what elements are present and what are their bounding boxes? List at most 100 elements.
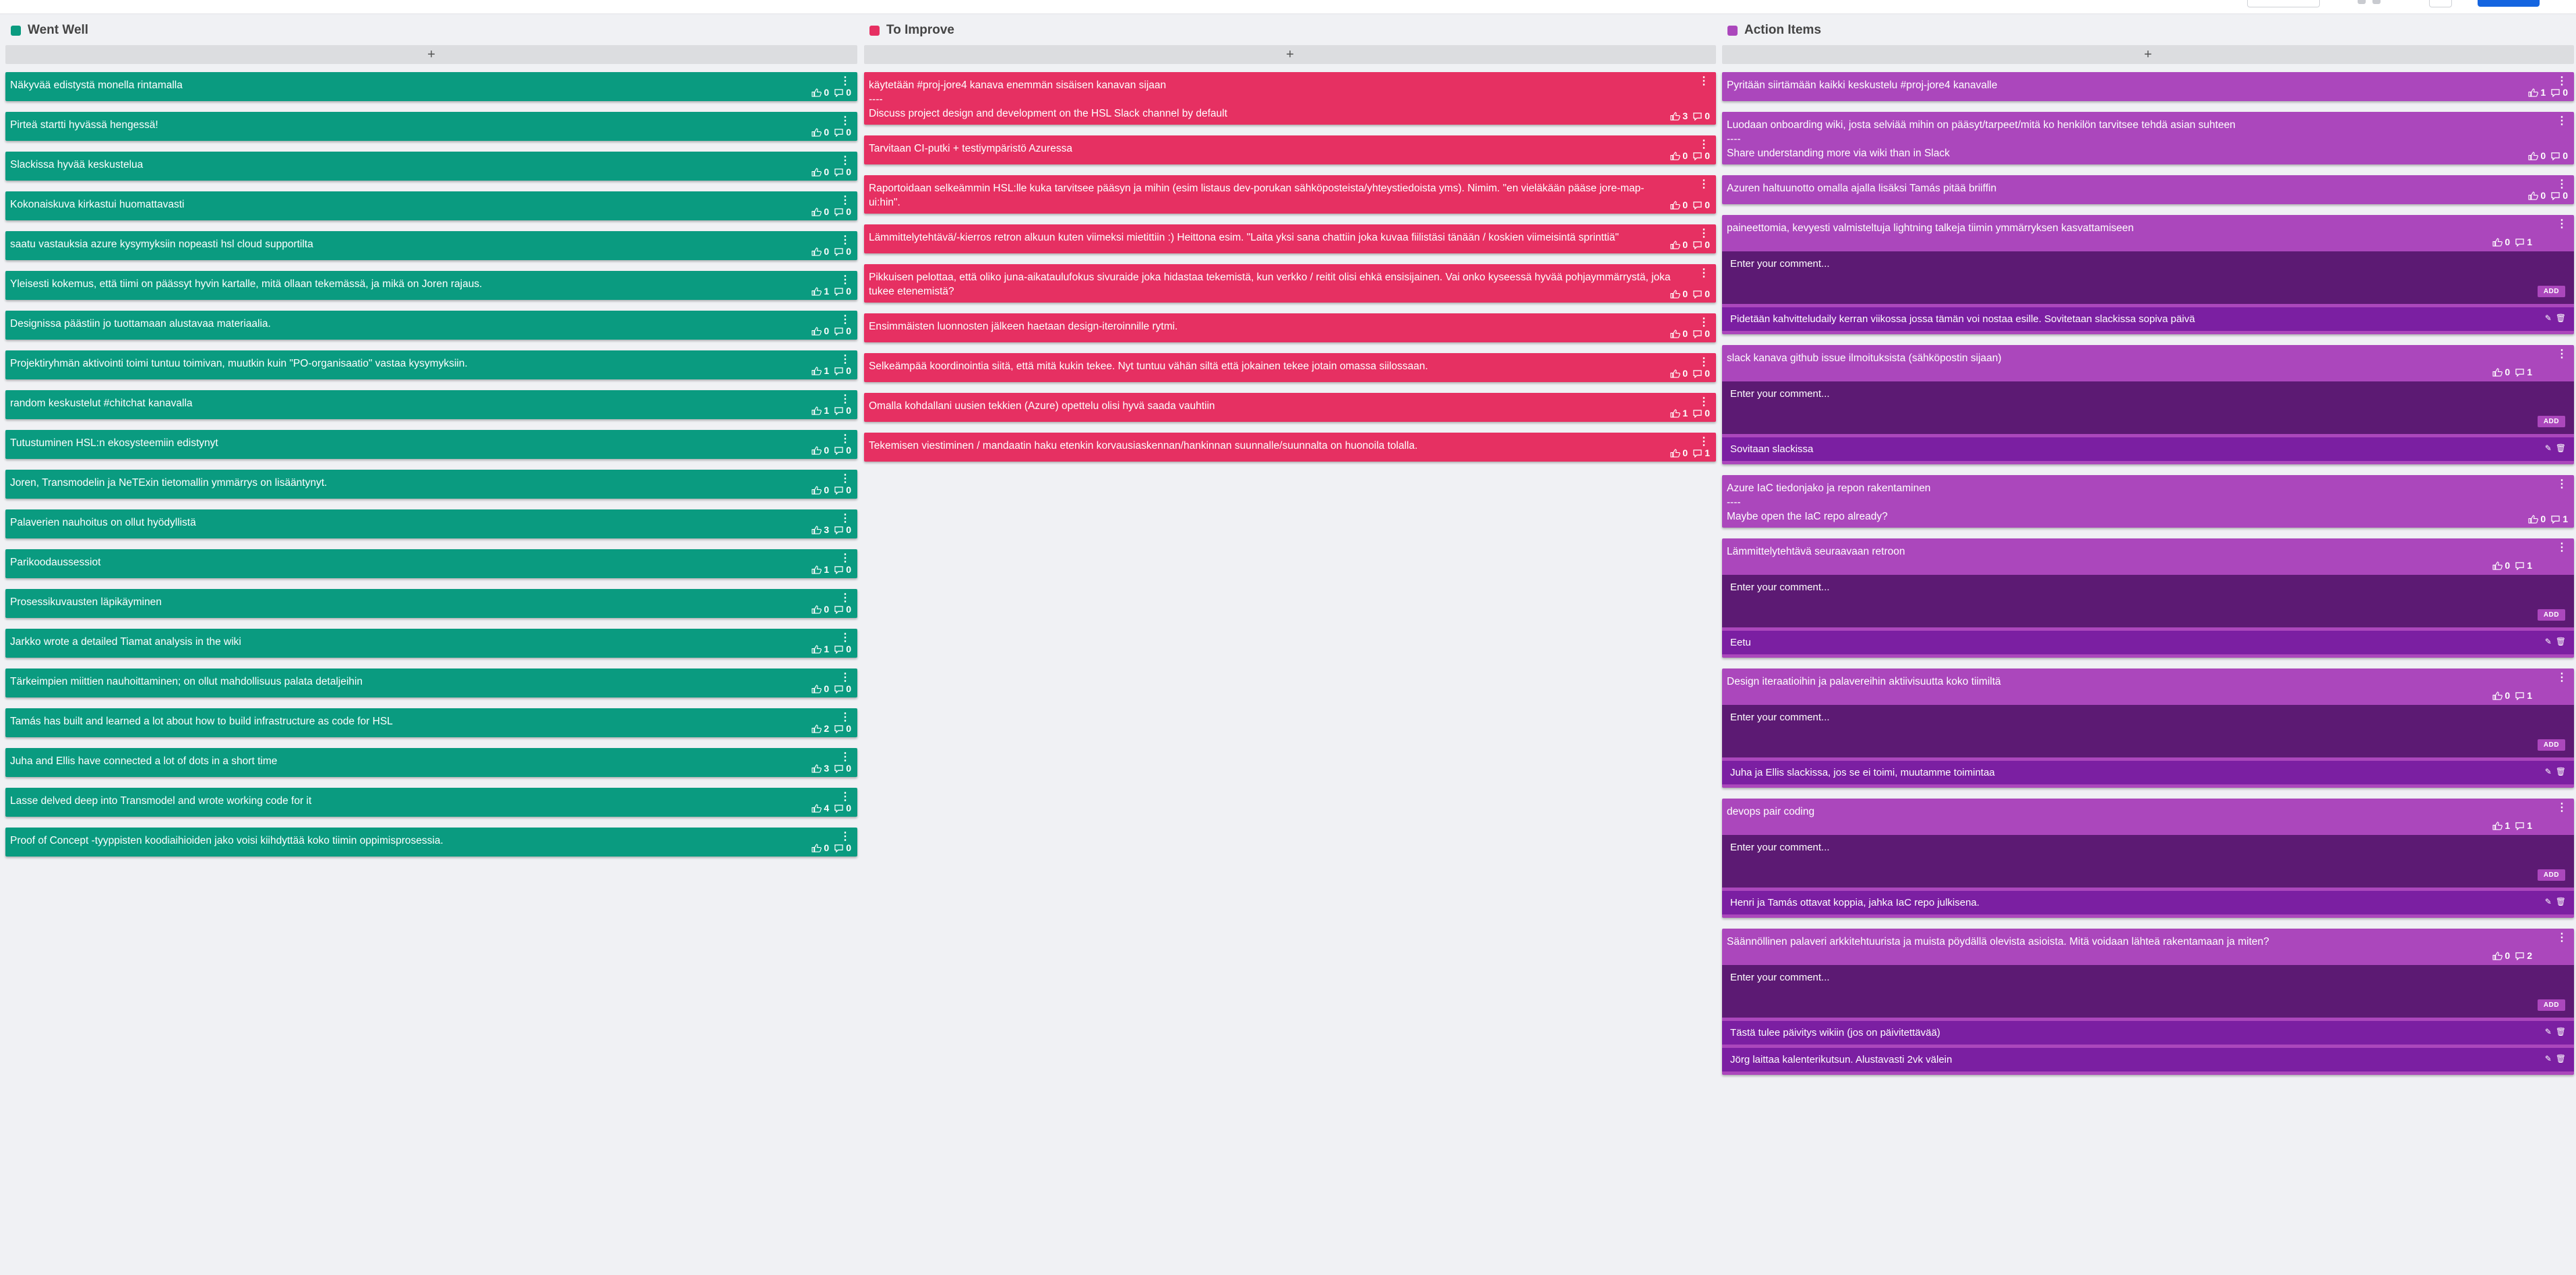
comment-icon[interactable] [834,446,844,456]
comment-icon[interactable] [834,406,844,416]
vertical-dots-icon[interactable]: ⋮ [840,116,851,127]
vertical-dots-icon[interactable]: ⋮ [840,792,851,803]
pencil-icon[interactable]: ✎ [2545,637,2552,646]
card-text[interactable]: Raportoidaan selkeämmin HSL:lle kuka tar… [869,181,1676,210]
vertical-dots-icon[interactable]: ⋮ [2556,673,2567,683]
add-comment-button[interactable]: ADD [2537,416,2565,427]
comment-icon[interactable] [1692,290,1703,299]
comment-icon[interactable] [834,88,844,98]
card-text[interactable]: Prosessikuvausten läpikäyminen [10,595,817,609]
thumbs-up-icon[interactable] [2528,191,2539,200]
card-text[interactable]: Lämmittelytehtävä/-kierros retron alkuun… [869,230,1676,245]
pencil-icon[interactable]: ✎ [2545,1054,2552,1063]
add-card-button[interactable]: + [5,45,857,64]
vertical-dots-icon[interactable]: ⋮ [1698,437,1709,447]
add-comment-button[interactable]: ADD [2537,609,2565,621]
thumbs-up-icon[interactable] [1670,369,1681,378]
comment-icon[interactable] [834,168,844,177]
vertical-dots-icon[interactable]: ⋮ [2556,542,2567,553]
card-text[interactable]: random keskustelut #chitchat kanavalla [10,396,817,410]
comment-icon[interactable] [834,128,844,137]
comment-input[interactable]: Enter your comment... ADD [1722,251,2574,304]
pencil-icon[interactable]: ✎ [2545,313,2552,323]
comment-icon[interactable] [1692,449,1703,458]
card-text[interactable]: slack kanava github issue ilmoituksista … [1727,351,2534,365]
vertical-dots-icon[interactable]: ⋮ [840,76,851,87]
thumbs-up-icon[interactable] [1670,289,1681,299]
thumbs-up-icon[interactable] [811,565,822,574]
comment-icon[interactable] [1692,369,1703,379]
card-text[interactable]: Projektiryhmän aktivointi toimi tuntuu t… [10,356,817,371]
comment-icon[interactable] [2550,191,2560,201]
vertical-dots-icon[interactable]: ⋮ [1698,357,1709,368]
thumbs-up-icon[interactable] [811,127,822,137]
comment-icon[interactable] [1692,241,1703,250]
card-text[interactable]: Pirteä startti hyvässä hengessä! [10,118,817,132]
trash-icon[interactable]: 🗑 [2556,443,2566,453]
comment-icon[interactable] [834,685,844,694]
comment-icon[interactable] [2515,561,2525,571]
vertical-dots-icon[interactable]: ⋮ [840,673,851,683]
card-text[interactable]: Azure IaC tiedonjako ja repon rakentamin… [1727,481,2534,524]
comment-icon[interactable] [834,327,844,336]
vertical-dots-icon[interactable]: ⋮ [2556,803,2567,813]
comment-icon[interactable] [834,208,844,217]
vertical-dots-icon[interactable]: ⋮ [840,354,851,365]
trash-icon[interactable]: 🗑 [2556,1027,2566,1036]
thumbs-up-icon[interactable] [1670,111,1681,121]
thumbs-up-icon[interactable] [1670,200,1681,210]
card-text[interactable]: Lämmittelytehtävä seuraavaan retroon [1727,545,2534,559]
thumbs-up-icon[interactable] [811,764,822,773]
vertical-dots-icon[interactable]: ⋮ [2556,479,2567,490]
toolbar-primary-button[interactable] [2478,0,2540,7]
vertical-dots-icon[interactable]: ⋮ [840,275,851,286]
vertical-dots-icon[interactable]: ⋮ [840,394,851,405]
comment-icon[interactable] [1692,201,1703,210]
thumbs-up-icon[interactable] [2528,514,2539,524]
card-text[interactable]: Selkeämpää koordinointia siitä, että mit… [869,359,1676,373]
card-text[interactable]: Parikoodaussessiot [10,555,817,569]
vertical-dots-icon[interactable]: ⋮ [1698,179,1709,190]
comment-icon[interactable] [834,724,844,734]
vertical-dots-icon[interactable]: ⋮ [840,752,851,763]
vertical-dots-icon[interactable]: ⋮ [1698,76,1709,87]
comment-icon[interactable] [2515,952,2525,961]
comment-icon[interactable] [834,367,844,376]
toolbar-icon[interactable] [2372,0,2381,4]
comment-icon[interactable] [2515,821,2525,831]
toolbar-icon[interactable] [2358,0,2366,4]
card-text[interactable]: Azuren haltuunotto omalla ajalla lisäksi… [1727,181,2534,195]
pencil-icon[interactable]: ✎ [2545,443,2552,453]
thumbs-up-icon[interactable] [811,247,822,256]
thumbs-up-icon[interactable] [2528,88,2539,97]
comment-icon[interactable] [834,247,844,257]
vertical-dots-icon[interactable]: ⋮ [2556,179,2567,190]
vertical-dots-icon[interactable]: ⋮ [840,235,851,246]
thumbs-up-icon[interactable] [811,88,822,97]
thumbs-up-icon[interactable] [2492,821,2503,830]
thumbs-up-icon[interactable] [811,843,822,852]
comment-input[interactable]: Enter your comment... ADD [1722,575,2574,627]
thumbs-up-icon[interactable] [811,366,822,375]
trash-icon[interactable]: 🗑 [2556,637,2566,646]
comment-icon[interactable] [834,565,844,575]
vertical-dots-icon[interactable]: ⋮ [840,514,851,524]
card-text[interactable]: Pyritään siirtämään kaikki keskustelu #p… [1727,78,2534,92]
card-text[interactable]: Yleisesti kokemus, että tiimi on päässyt… [10,277,817,291]
thumbs-up-icon[interactable] [2492,951,2503,960]
pencil-icon[interactable]: ✎ [2545,1027,2552,1036]
card-text[interactable]: Designissa päästiin jo tuottamaan alusta… [10,317,817,331]
thumbs-up-icon[interactable] [811,525,822,534]
comment-icon[interactable] [2515,691,2525,701]
thumbs-up-icon[interactable] [1670,408,1681,418]
vertical-dots-icon[interactable]: ⋮ [2556,116,2567,127]
card-text[interactable]: Proof of Concept -tyyppisten koodiaihioi… [10,834,817,848]
comment-icon[interactable] [834,764,844,774]
card-text[interactable]: Juha and Ellis have connected a lot of d… [10,754,817,768]
thumbs-up-icon[interactable] [811,207,822,216]
comment-icon[interactable] [834,287,844,297]
comment-icon[interactable] [2550,152,2560,161]
card-text[interactable]: Tutustuminen HSL:n ekosysteemiin edistyn… [10,436,817,450]
thumbs-up-icon[interactable] [811,167,822,177]
comment-icon[interactable] [1692,409,1703,418]
